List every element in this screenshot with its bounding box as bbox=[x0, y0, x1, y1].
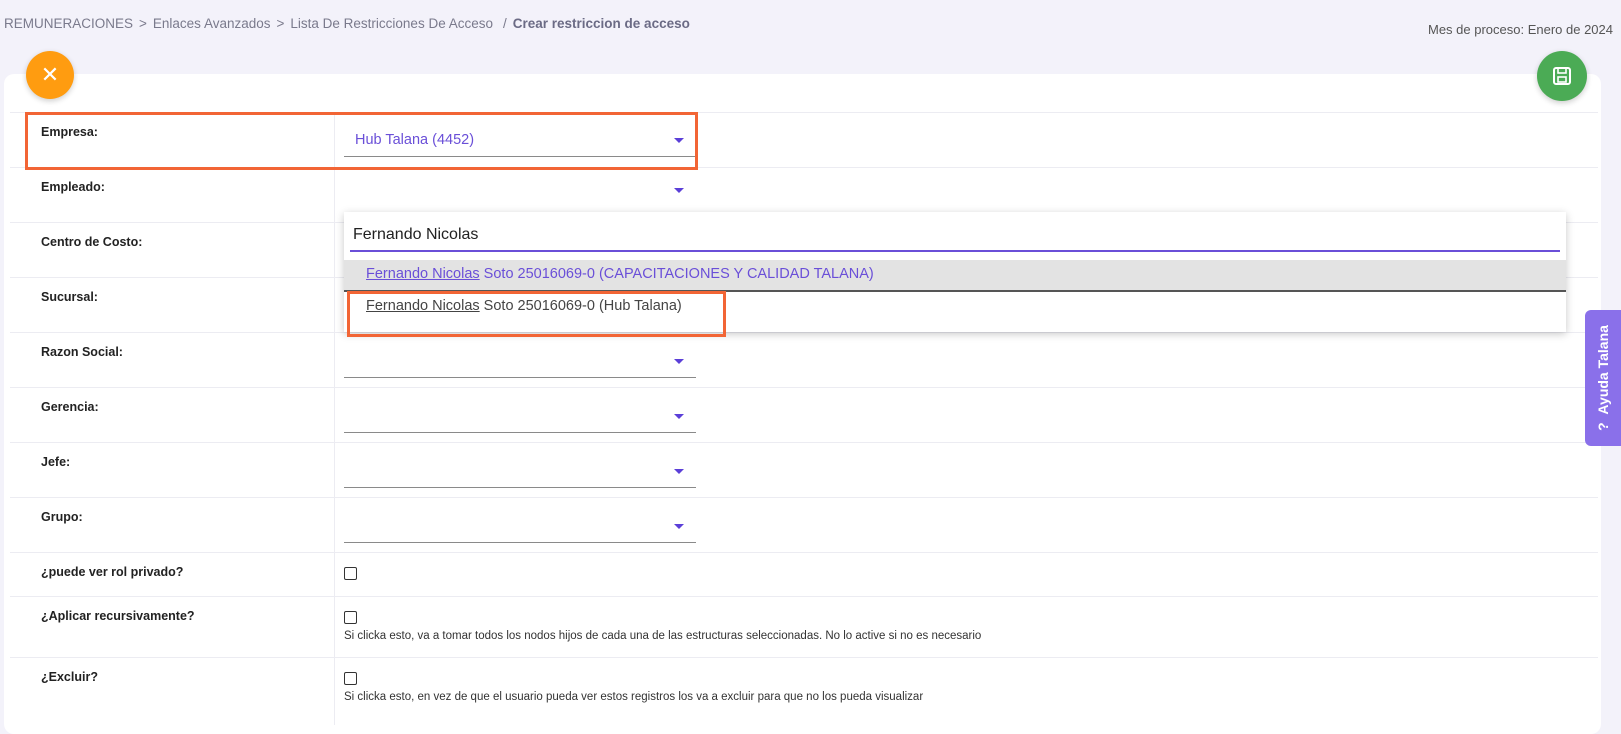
label-jefe: Jefe: bbox=[41, 455, 71, 469]
highlight-box-option bbox=[347, 291, 726, 337]
column-divider bbox=[334, 597, 335, 658]
save-icon bbox=[1553, 67, 1571, 85]
column-divider bbox=[334, 223, 335, 278]
label-sucursal: Sucursal: bbox=[41, 290, 98, 304]
row-grupo: Grupo: bbox=[10, 497, 1598, 553]
row-recursivo: ¿Aplicar recursivamente? bbox=[10, 596, 1598, 658]
row-rol-privado: ¿puede ver rol privado? bbox=[10, 552, 1598, 597]
label-grupo: Grupo: bbox=[41, 510, 83, 524]
save-button[interactable] bbox=[1537, 51, 1587, 101]
row-jefe: Jefe: bbox=[10, 442, 1598, 498]
column-divider bbox=[334, 278, 335, 333]
highlight-box-empresa bbox=[25, 112, 698, 170]
recursivo-checkbox[interactable] bbox=[344, 611, 357, 624]
option-match-text: Fernando Nicolas bbox=[366, 266, 480, 282]
gerencia-select[interactable] bbox=[344, 402, 696, 433]
breadcrumb-separator: / bbox=[502, 16, 507, 31]
excluir-hint: Si clicka esto, en vez de que el usuario… bbox=[344, 691, 924, 703]
column-divider bbox=[334, 498, 335, 553]
breadcrumb: REMUNERACIONES > Enlaces Avanzados > Lista D… bbox=[4, 16, 690, 31]
breadcrumb-separator: > bbox=[139, 16, 147, 31]
label-centro-costo: Centro de Costo: bbox=[41, 235, 143, 249]
column-divider bbox=[334, 553, 335, 597]
chevron-down-icon bbox=[674, 524, 684, 529]
row-gerencia: Gerencia: bbox=[10, 387, 1598, 443]
excluir-checkbox[interactable] bbox=[344, 672, 357, 685]
breadcrumb-current: Crear restriccion de acceso bbox=[512, 16, 690, 31]
grupo-select[interactable] bbox=[344, 512, 696, 543]
label-gerencia: Gerencia: bbox=[41, 400, 99, 414]
close-button[interactable]: ✕ bbox=[26, 51, 74, 99]
process-month: Mes de proceso: Enero de 2024 bbox=[1427, 22, 1613, 37]
column-divider bbox=[334, 388, 335, 443]
column-divider bbox=[334, 443, 335, 498]
help-tab[interactable]: ? Ayuda Talana bbox=[1585, 310, 1621, 446]
help-tab-label: Ayuda Talana bbox=[1595, 325, 1611, 415]
breadcrumb-lista-restricciones[interactable]: Lista De Restricciones De Acceso bbox=[290, 16, 493, 31]
recursivo-hint: Si clicka esto, va a tomar todos los nod… bbox=[344, 630, 982, 642]
label-rol-privado: ¿puede ver rol privado? bbox=[41, 565, 184, 579]
empleado-select[interactable] bbox=[344, 176, 696, 206]
razon-social-select[interactable] bbox=[344, 347, 696, 378]
label-razon-social: Razon Social: bbox=[41, 345, 123, 359]
close-icon: ✕ bbox=[40, 62, 60, 87]
chevron-down-icon bbox=[674, 359, 684, 364]
column-divider bbox=[334, 168, 335, 223]
column-divider bbox=[334, 333, 335, 388]
row-razon-social: Razon Social: bbox=[10, 332, 1598, 388]
label-empleado: Empleado: bbox=[41, 180, 105, 194]
jefe-select[interactable] bbox=[344, 457, 696, 488]
option-rest-text: Soto 25016069-0 (CAPACITACIONES Y CALIDA… bbox=[479, 266, 874, 282]
breadcrumb-enlaces-avanzados[interactable]: Enlaces Avanzados bbox=[153, 16, 271, 31]
rol-privado-checkbox[interactable] bbox=[344, 567, 357, 580]
breadcrumb-separator: > bbox=[276, 16, 285, 31]
breadcrumb-remuneraciones[interactable]: REMUNERACIONES bbox=[4, 16, 133, 31]
question-icon: ? bbox=[1595, 422, 1611, 431]
column-divider bbox=[334, 658, 335, 725]
chevron-down-icon bbox=[674, 469, 684, 474]
chevron-down-icon bbox=[674, 414, 684, 419]
label-recursivo: ¿Aplicar recursivamente? bbox=[41, 609, 195, 623]
label-excluir: ¿Excluir? bbox=[41, 670, 98, 684]
empleado-search-input[interactable] bbox=[350, 220, 1560, 252]
dropdown-option[interactable]: Fernando Nicolas Soto 25016069-0 (CAPACI… bbox=[344, 260, 1566, 292]
chevron-down-icon bbox=[674, 188, 684, 193]
